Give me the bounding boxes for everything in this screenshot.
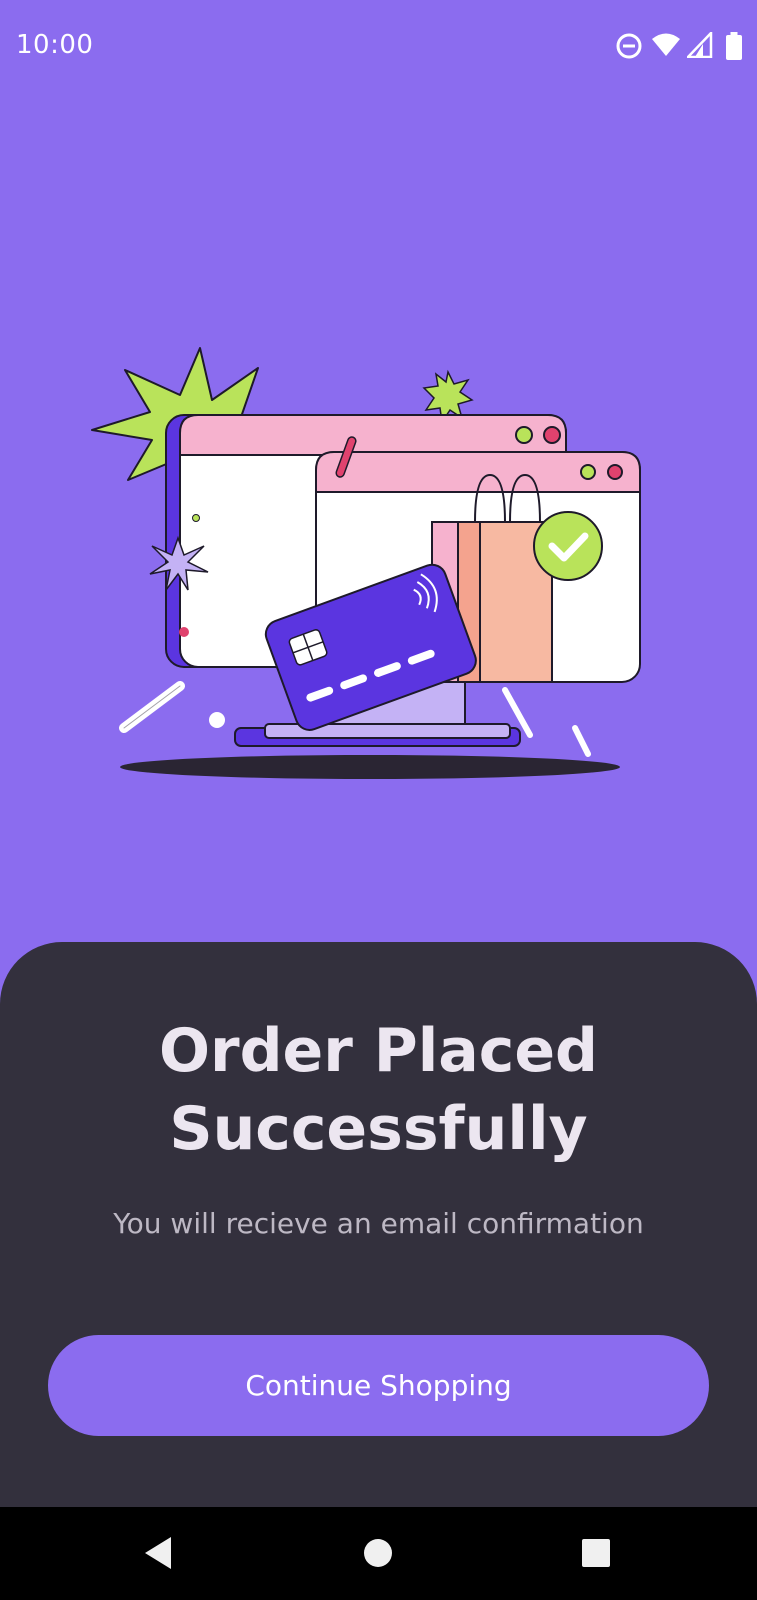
title-line-2: Successfully: [169, 1094, 588, 1164]
confirmation-subtitle: You will recieve an email confirmation: [113, 1207, 644, 1240]
wifi-icon: [652, 33, 680, 56]
cellular-signal-icon: [687, 32, 713, 58]
page-title: Order Placed Successfully: [0, 1012, 757, 1168]
continue-shopping-button[interactable]: Continue Shopping: [48, 1335, 709, 1436]
recents-button[interactable]: [551, 1507, 641, 1600]
status-bar: 10:00: [0, 0, 757, 96]
recents-icon: [582, 1539, 610, 1567]
title-line-1: Order Placed: [159, 1016, 598, 1086]
order-success-illustration: [80, 340, 660, 790]
check-badge-icon: [533, 511, 603, 581]
confirmation-sheet: Order Placed Successfully You will recie…: [0, 942, 757, 1507]
back-icon: [145, 1537, 171, 1569]
battery-icon: [726, 32, 742, 60]
ground-shadow: [120, 755, 620, 779]
home-button[interactable]: [333, 1507, 423, 1600]
status-time: 10:00: [16, 30, 94, 60]
do-not-disturb-icon: [616, 33, 642, 59]
home-icon: [364, 1539, 392, 1567]
system-nav-bar: [0, 1507, 757, 1600]
back-button[interactable]: [113, 1507, 203, 1600]
